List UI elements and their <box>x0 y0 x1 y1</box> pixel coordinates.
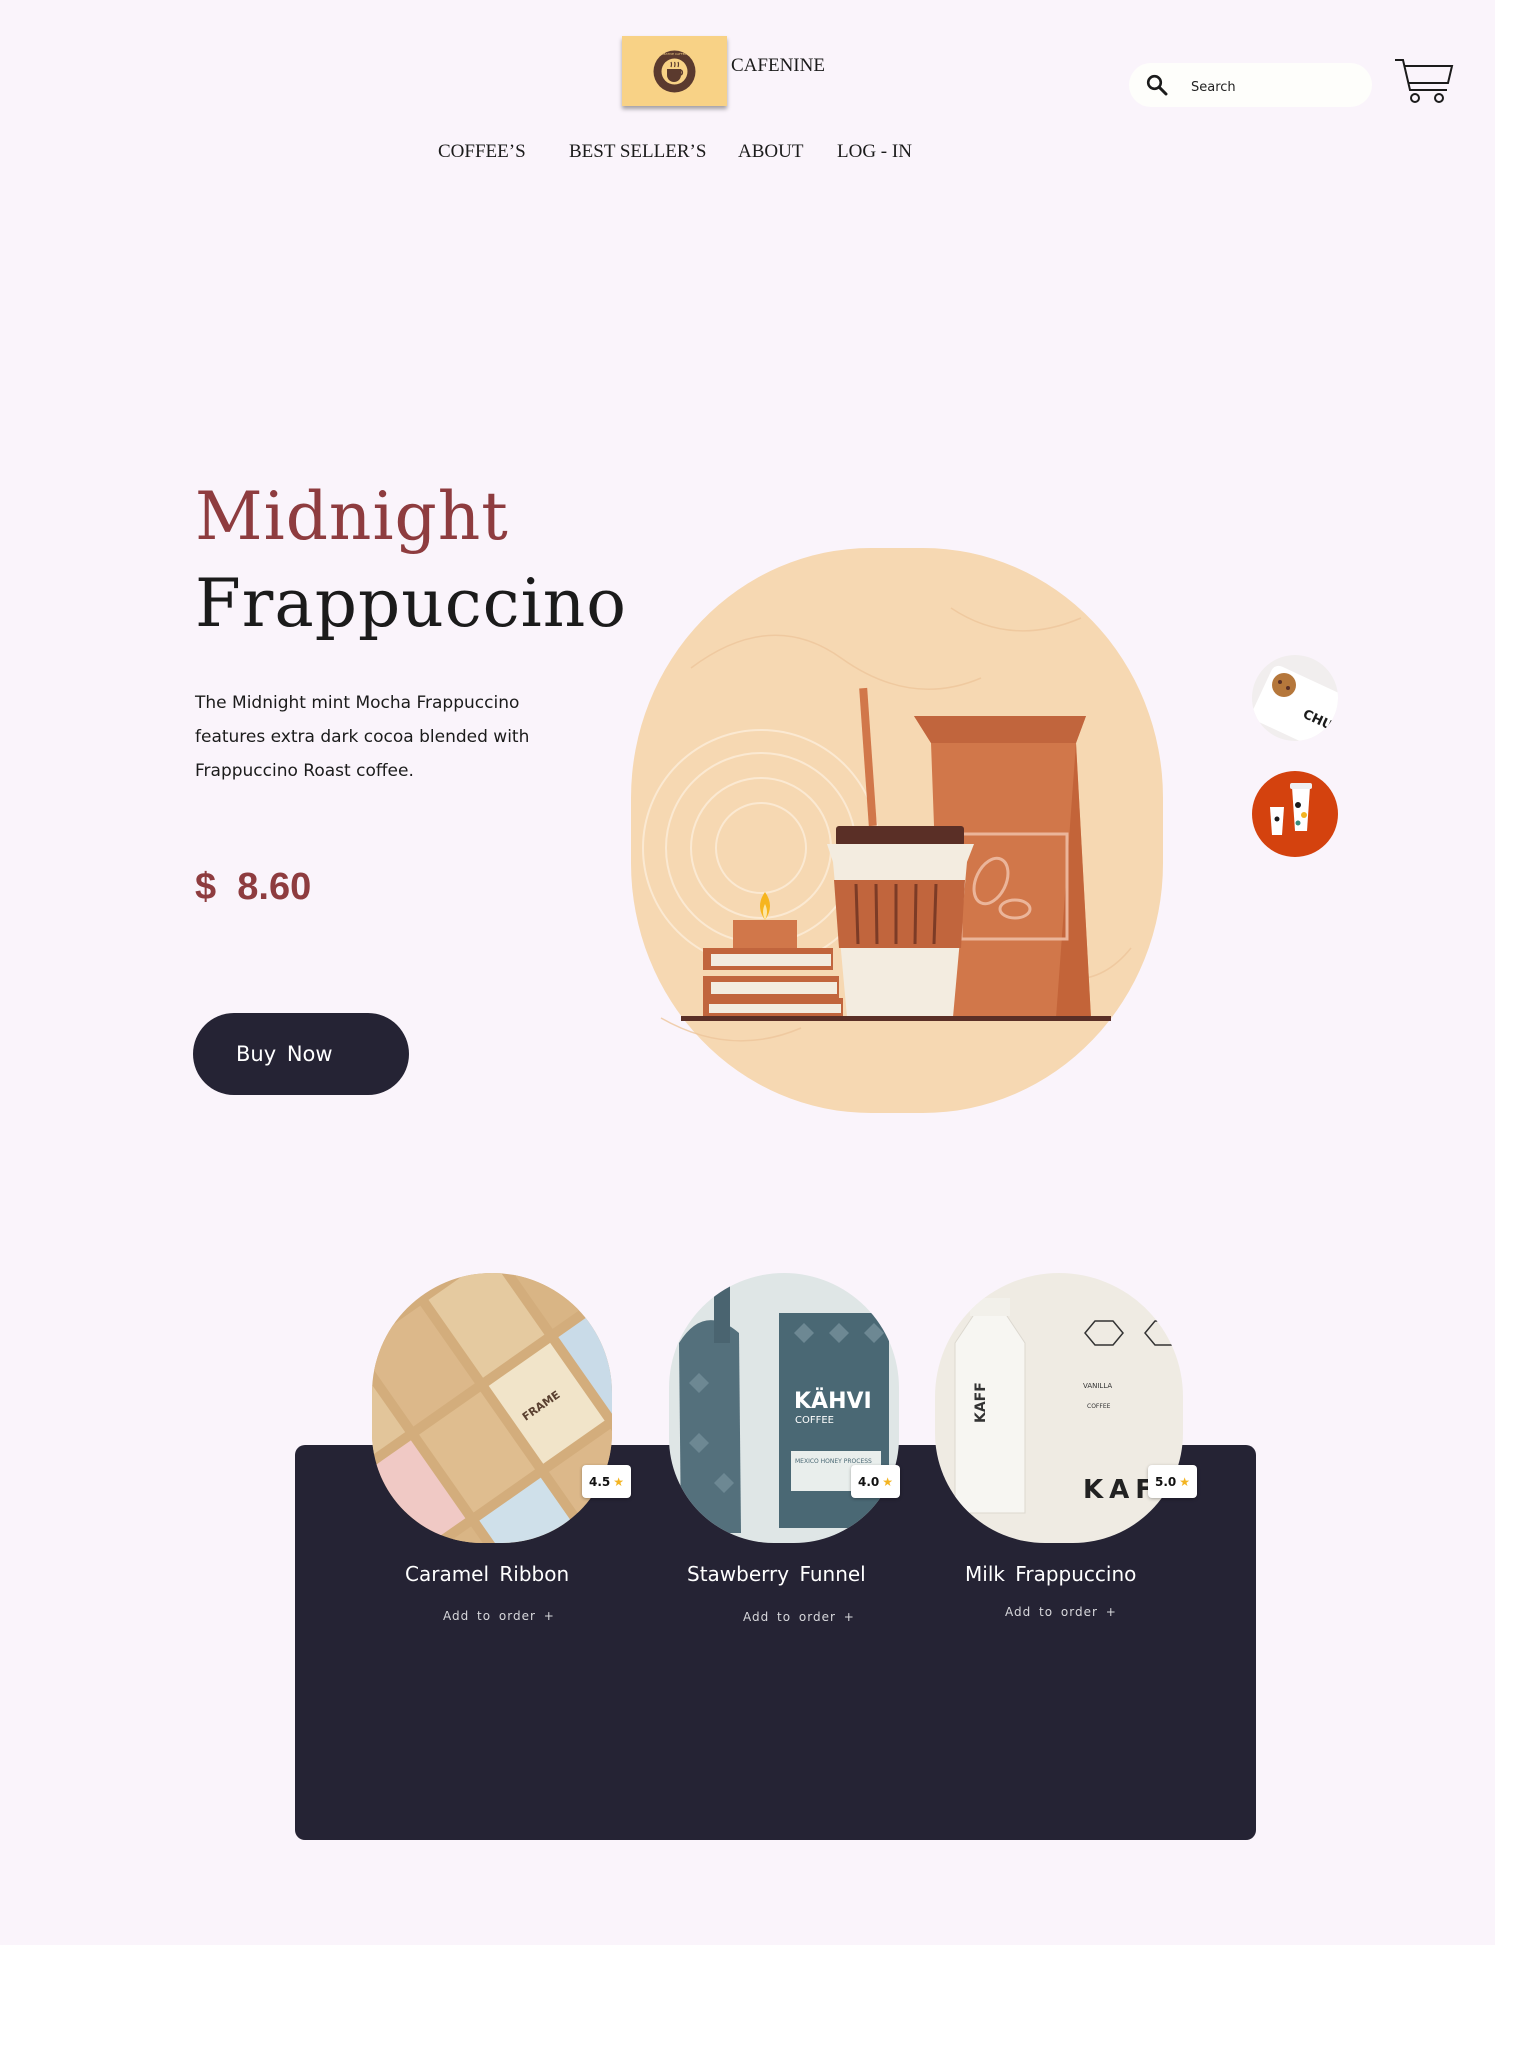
rating-badge: 4.5 ★ <box>582 1465 631 1498</box>
star-icon: ★ <box>882 1474 894 1489</box>
hero-description: The Midnight mint Mocha Frappuccino feat… <box>195 693 530 781</box>
svg-text:COFFEE: COFFEE <box>795 1415 834 1426</box>
product-name: Stawberry Funnel <box>687 1562 866 1586</box>
hero-illustration <box>631 548 1163 1113</box>
product-image-stawberry-funnel[interactable]: KÄHVI COFFEE MEXICO HONEY PROCESS <box>669 1273 899 1543</box>
buy-now-button[interactable]: Buy Now <box>193 1013 409 1095</box>
cookie-bag-image: CHUNK <box>1252 665 1338 741</box>
nav-best-sellers[interactable]: BEST SELLER’S <box>569 141 706 163</box>
rating-value: 4.0 <box>857 1474 880 1489</box>
svg-text:KÄHVI: KÄHVI <box>794 1388 872 1414</box>
search-icon[interactable] <box>1146 74 1168 96</box>
nav-coffees[interactable]: COFFEE’S <box>438 141 526 163</box>
product-image-caramel-ribbon[interactable]: FRAME <box>372 1273 612 1543</box>
cups-image <box>1270 783 1312 835</box>
svg-text:VANILLA: VANILLA <box>1083 1382 1112 1390</box>
logo[interactable]: CREATIVE CAFFEINE <box>622 36 727 106</box>
cart-icon[interactable] <box>1393 56 1455 106</box>
add-to-order-button[interactable]: Add to order + <box>743 1610 855 1624</box>
search-box[interactable] <box>1129 63 1372 107</box>
product-name: Caramel Ribbon <box>405 1562 570 1586</box>
logo-icon: CREATIVE CAFFEINE <box>653 50 696 93</box>
rating-value: 5.0 <box>1154 1474 1177 1489</box>
product-image-milk-frappuccino[interactable]: KAFF VANILLA COFFEE KAFF <box>935 1273 1183 1543</box>
rating-value: 4.5 <box>588 1474 611 1489</box>
rating-badge: 5.0 ★ <box>1148 1465 1197 1498</box>
page-background: CREATIVE CAFFEINE CAFENINE COFFEE’S BEST… <box>0 0 1495 1945</box>
rating-badge: 4.0 ★ <box>851 1465 900 1498</box>
kahvi-bags-image: KÄHVI COFFEE MEXICO HONEY PROCESS <box>679 1283 889 1533</box>
product-thumbnail-2[interactable] <box>1252 771 1338 857</box>
hero-price: $ 8.60 <box>195 866 312 908</box>
nav-about[interactable]: ABOUT <box>738 141 803 163</box>
brand-name[interactable]: CAFENINE <box>731 55 825 77</box>
kaff-bottles-image: KAFF VANILLA COFFEE KAFF <box>954 1298 1183 1514</box>
svg-text:MEXICO HONEY PROCESS: MEXICO HONEY PROCESS <box>795 1458 872 1465</box>
svg-text:KAFF: KAFF <box>973 1382 989 1423</box>
nav-login[interactable]: LOG - IN <box>837 141 912 163</box>
add-to-order-button[interactable]: Add to order + <box>443 1609 555 1623</box>
search-input[interactable] <box>1189 75 1363 99</box>
product-thumbnail-1[interactable]: CHUNK <box>1252 655 1338 741</box>
hero-title-line1: Midnight <box>195 478 509 555</box>
hero-title-line2: Frappuccino <box>195 565 627 642</box>
svg-text:COFFEE: COFFEE <box>1087 1403 1111 1410</box>
star-icon: ★ <box>1179 1474 1191 1489</box>
svg-text:CREATIVE CAFFEINE: CREATIVE CAFFEINE <box>659 52 689 56</box>
product-name: Milk Frappuccino <box>965 1562 1137 1586</box>
add-to-order-button[interactable]: Add to order + <box>1005 1605 1117 1619</box>
star-icon: ★ <box>613 1474 625 1489</box>
coffee-bags-image: FRAME <box>372 1273 612 1543</box>
